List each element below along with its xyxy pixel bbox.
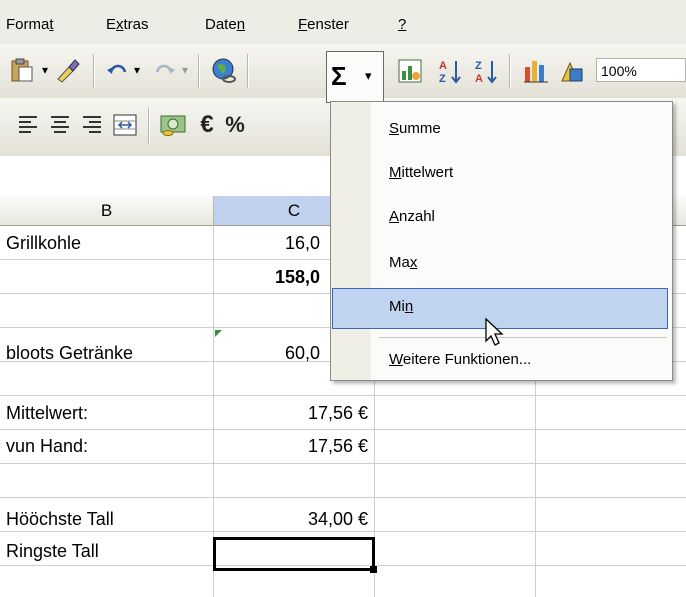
toolbar-separator bbox=[247, 54, 249, 88]
grid-line bbox=[0, 463, 686, 464]
align-right-icon[interactable] bbox=[78, 110, 106, 140]
menu-item-mittelwert[interactable]: Mittelwert bbox=[389, 164, 453, 181]
autosum-button[interactable]: Σ ▾ bbox=[326, 51, 384, 103]
bar-chart-icon[interactable] bbox=[521, 56, 551, 86]
cell-c-hoochste[interactable]: 34,00 € bbox=[214, 502, 368, 536]
toolbar-separator bbox=[509, 54, 511, 88]
redo-dropdown-icon[interactable]: ▾ bbox=[178, 58, 192, 82]
autosum-dropdown-icon: ▾ bbox=[365, 68, 372, 83]
redo-icon[interactable] bbox=[152, 56, 178, 84]
menu-bar: Format Extras Daten Fenster ? bbox=[0, 0, 686, 44]
toolbar-separator bbox=[198, 54, 200, 88]
hyperlink-icon[interactable] bbox=[208, 56, 240, 86]
menu-item-min[interactable]: Min bbox=[389, 298, 413, 315]
cell-c-grillkohle[interactable]: 16,0 bbox=[214, 226, 320, 260]
menu-item-max[interactable]: Max bbox=[389, 254, 417, 271]
cell-b-getraenke[interactable]: bloots Getränke bbox=[6, 336, 133, 370]
comment-indicator-icon bbox=[215, 330, 222, 337]
currency-icon[interactable] bbox=[158, 110, 188, 140]
svg-text:A: A bbox=[475, 73, 483, 85]
align-center-icon[interactable] bbox=[46, 110, 74, 140]
menu-separator bbox=[379, 337, 667, 338]
merge-center-icon[interactable] bbox=[110, 110, 140, 140]
cell-c-vun-hand[interactable]: 17,56 € bbox=[214, 429, 368, 463]
zoom-box[interactable]: 100% bbox=[596, 58, 686, 82]
percent-icon[interactable]: % bbox=[224, 110, 246, 140]
cell-c-sum[interactable]: 158,0 bbox=[214, 260, 320, 294]
svg-text:A: A bbox=[439, 60, 447, 72]
fill-handle[interactable] bbox=[370, 566, 377, 573]
grid-line bbox=[0, 497, 686, 498]
menu-item-summe[interactable]: Summe bbox=[389, 120, 441, 137]
toolbar-separator bbox=[93, 54, 95, 88]
menu-icon-strip bbox=[331, 102, 371, 380]
toolbar-separator bbox=[148, 108, 150, 144]
active-cell[interactable] bbox=[213, 537, 375, 571]
cell-b-vun-hand[interactable]: vun Hand: bbox=[6, 429, 88, 463]
menu-format[interactable]: Format bbox=[6, 16, 54, 33]
menu-item-anzahl[interactable]: Anzahl bbox=[389, 208, 435, 225]
column-header-b[interactable]: B bbox=[0, 196, 214, 225]
align-left-icon[interactable] bbox=[14, 110, 42, 140]
menu-item-weitere-funktionen[interactable]: Weitere Funktionen... bbox=[389, 351, 531, 368]
svg-text:Z: Z bbox=[475, 60, 482, 72]
menu-daten[interactable]: Daten bbox=[205, 16, 245, 33]
chart-wizard-icon[interactable] bbox=[396, 56, 424, 86]
menu-help[interactable]: ? bbox=[398, 16, 406, 33]
undo-icon[interactable] bbox=[104, 56, 130, 84]
drawing-icon[interactable] bbox=[557, 56, 587, 86]
mouse-cursor-icon bbox=[484, 317, 508, 349]
sort-ascending-icon[interactable]: AZ bbox=[436, 56, 464, 86]
menu-extras[interactable]: Extras bbox=[106, 16, 149, 33]
autosum-icon: Σ bbox=[331, 61, 347, 91]
cell-b-ringste[interactable]: Ringste Tall bbox=[6, 534, 99, 568]
cell-c-getraenke[interactable]: 60,0 bbox=[214, 336, 320, 370]
cell-b-hoochste[interactable]: Hööchste Tall bbox=[6, 502, 114, 536]
cell-c-mittelwert[interactable]: 17,56 € bbox=[214, 396, 368, 430]
sort-descending-icon[interactable]: ZA bbox=[472, 56, 500, 86]
cell-b-mittelwert[interactable]: Mittelwert: bbox=[6, 396, 88, 430]
paste-icon[interactable] bbox=[8, 56, 36, 84]
menu-fenster[interactable]: Fenster bbox=[298, 16, 349, 33]
cell-b-grillkohle[interactable]: Grillkohle bbox=[6, 226, 81, 260]
undo-dropdown-icon[interactable]: ▾ bbox=[130, 58, 144, 82]
euro-icon[interactable]: € bbox=[192, 110, 222, 140]
svg-text:Z: Z bbox=[439, 73, 446, 85]
paste-dropdown-icon[interactable]: ▾ bbox=[38, 58, 52, 82]
format-painter-icon[interactable] bbox=[54, 56, 82, 84]
